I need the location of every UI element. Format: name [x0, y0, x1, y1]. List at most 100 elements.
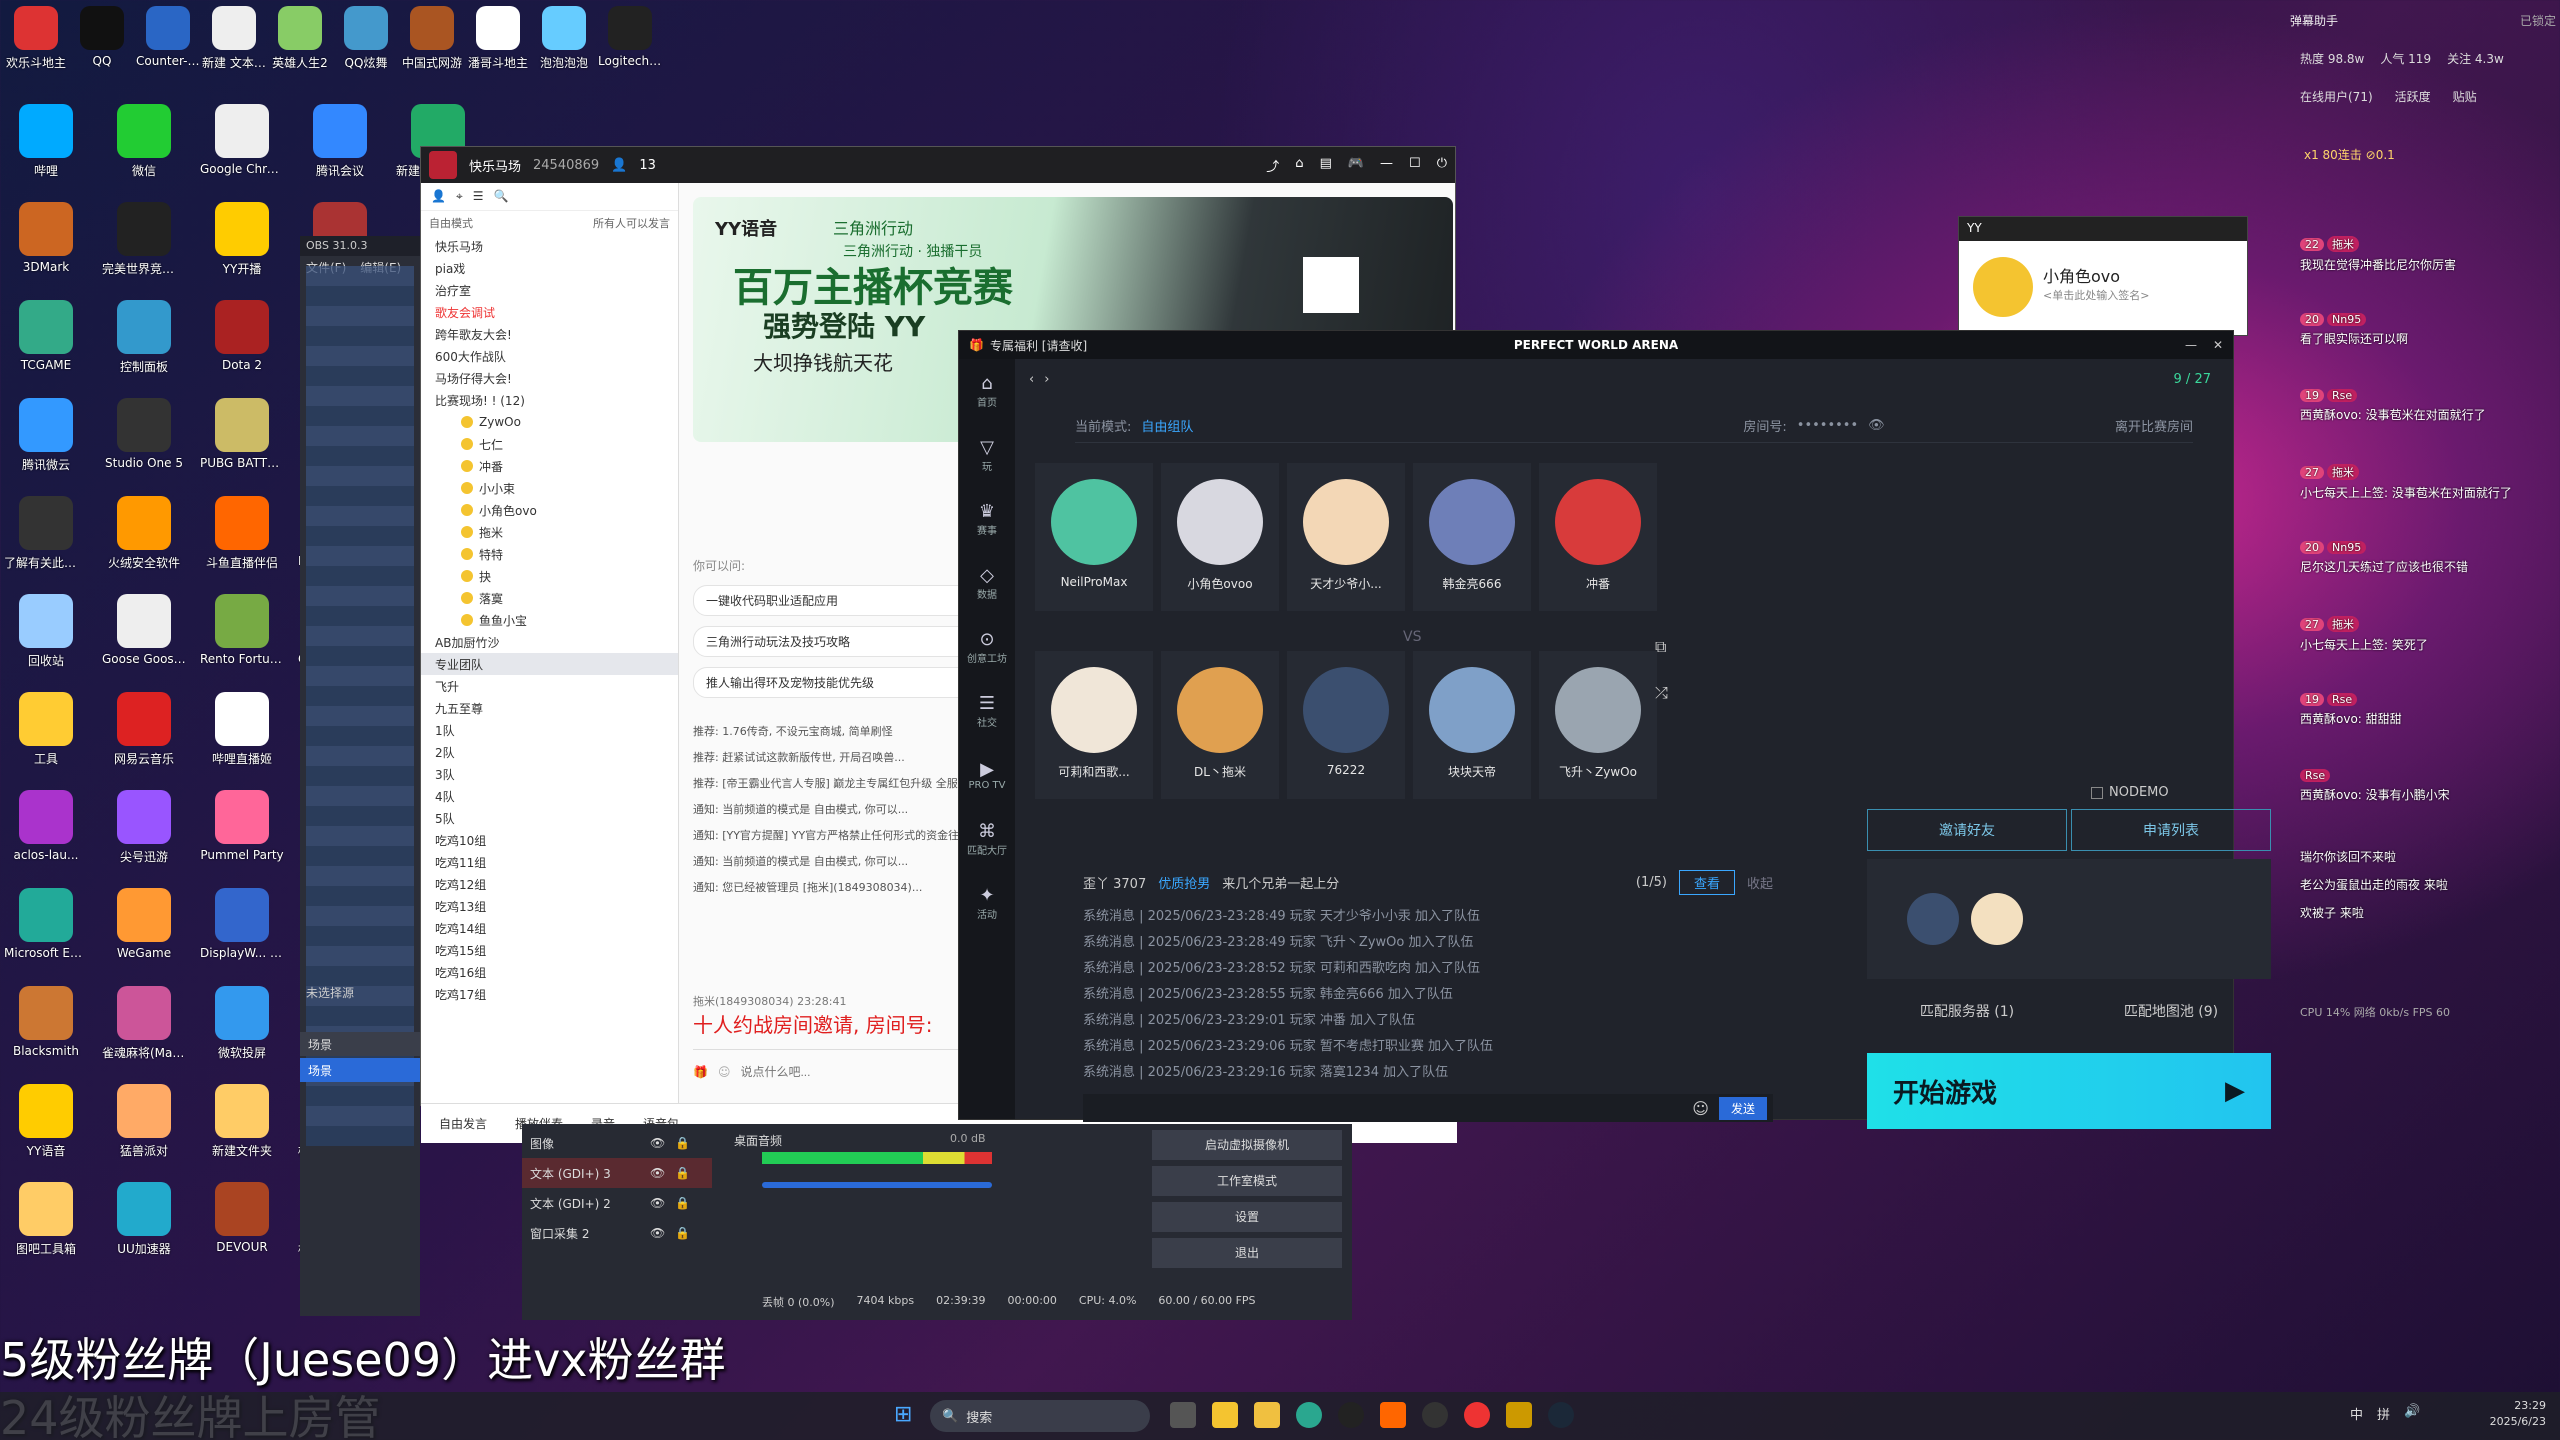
source-item[interactable]: 图像 👁 🔒 [522, 1128, 712, 1158]
nav-item[interactable]: ▽ 玩 [959, 423, 1015, 487]
clock[interactable]: 23:29 2025/6/23 [2482, 1398, 2546, 1430]
nav-item[interactable]: ⌂ 首页 [959, 359, 1015, 423]
assist-suggestion[interactable]: 一键收代码职业适配应用 [693, 585, 983, 616]
desktop-icon[interactable]: 欢乐斗地主 [4, 6, 68, 71]
desktop-icon[interactable]: 猛兽派对 [102, 1084, 186, 1159]
desktop-icon[interactable]: Logitech G HUB [598, 6, 662, 68]
desktop-icon[interactable]: TCGAME [4, 300, 88, 372]
minimize-icon[interactable]: — [2185, 338, 2197, 352]
player-card[interactable]: DL丶拖米 [1161, 651, 1279, 799]
subchannel-item[interactable]: 1队 [421, 719, 678, 741]
subchannel-item[interactable]: 3队 [421, 763, 678, 785]
nav-item[interactable]: ▶ PRO TV [959, 743, 1015, 807]
desktop-icon[interactable]: 微信 [102, 104, 186, 179]
player-card[interactable]: 块块天帝 [1413, 651, 1531, 799]
eye-icon[interactable]: 👁 [650, 1226, 665, 1240]
danmaku-tab[interactable]: 贴贴 [2453, 88, 2477, 105]
channel-item[interactable]: 600大作战队 [421, 345, 678, 367]
player-card[interactable]: 飞升丶ZywOo [1539, 651, 1657, 799]
danmaku-tab[interactable]: 在线用户(71) [2300, 88, 2373, 105]
desktop-icon[interactable]: 雀魂麻将(Mahjong... [102, 986, 186, 1061]
desktop-icon[interactable]: 新建 文本文档 (2).txt [202, 6, 266, 71]
map-pool-select[interactable]: 匹配地图池 (9) [2071, 989, 2271, 1033]
obs-control-button[interactable]: 退出 [1152, 1238, 1342, 1268]
emoji-icon[interactable]: ☺ [718, 1065, 731, 1079]
subchannel-item[interactable]: 吃鸡16组 [421, 961, 678, 983]
desktop-icon[interactable]: UU加速器 [102, 1182, 186, 1257]
user-icon[interactable]: 👤 [431, 189, 446, 204]
subchannel-item[interactable]: 吃鸡17组 [421, 983, 678, 1005]
desktop-icon[interactable]: 控制面板 [102, 300, 186, 375]
eye-icon[interactable]: 👁 [650, 1136, 665, 1150]
channel-item[interactable]: 比赛现场! ! (12) [421, 389, 678, 411]
desktop-icon[interactable]: 腾讯微云 [4, 398, 88, 473]
obs-icon[interactable] [1422, 1402, 1448, 1428]
apply-list-button[interactable]: 申请列表 [2071, 809, 2271, 851]
obs-control-button[interactable]: 工作室模式 [1152, 1166, 1342, 1196]
promo-link[interactable]: 专属福利 [请查收] [990, 337, 1087, 354]
danmaku-tab[interactable]: 活跃度 [2395, 88, 2431, 105]
member-item[interactable]: 抉 [421, 565, 678, 587]
location-icon[interactable]: ⌖ [456, 189, 463, 204]
channel-item[interactable]: 歌友会调试 [421, 301, 678, 323]
leave-room[interactable]: 离开比赛房间 [2115, 416, 2193, 435]
lock-icon[interactable]: 🔒 [675, 1226, 690, 1240]
folder-icon[interactable] [1254, 1402, 1280, 1428]
layout-icon[interactable]: ▤ [1320, 156, 1332, 175]
taskbar-search[interactable]: 🔍 搜索 [930, 1400, 1150, 1432]
start-game-button[interactable]: 开始游戏 ▶ [1867, 1053, 2271, 1129]
desktop-icon[interactable]: WeGame [102, 888, 186, 960]
desktop-icon[interactable]: YY语音 [4, 1084, 88, 1159]
copy-icon[interactable]: ⧉ [1655, 637, 1666, 657]
shuffle-icon[interactable]: ⤮ [1655, 683, 1668, 703]
obs-control-button[interactable]: 启动虚拟摄像机 [1152, 1130, 1342, 1160]
member-item[interactable]: 鱼鱼小宝 [421, 609, 678, 631]
desktop-icon[interactable]: 哔哩直播姬 [200, 692, 284, 767]
desktop-icon[interactable]: 完美世界竞技平台 [102, 202, 186, 277]
nav-item[interactable]: ♛ 赛事 [959, 487, 1015, 551]
member-item[interactable]: ZywOo [421, 411, 678, 433]
channel-item[interactable]: 快乐马场 [421, 235, 678, 257]
desktop-icon[interactable]: 网易云音乐 [102, 692, 186, 767]
close-icon[interactable]: ✕ [2213, 338, 2223, 352]
subchannel-item[interactable]: 吃鸡11组 [421, 851, 678, 873]
desktop-icon[interactable]: 火绒安全软件 [102, 496, 186, 571]
forward-icon[interactable]: › [1044, 372, 1049, 387]
desktop-icon[interactable]: 图吧工具箱 [4, 1182, 88, 1257]
lock-icon[interactable]: 🔒 [675, 1196, 690, 1210]
desktop-icon[interactable]: 英雄人生2 [268, 6, 332, 71]
mini-signature[interactable]: <单击此处输入签名> [2043, 287, 2149, 303]
chat-input[interactable] [740, 1064, 921, 1079]
desktop-icon[interactable]: Studio One 5 [102, 398, 186, 470]
yy-taskbar-icon[interactable] [1212, 1402, 1238, 1428]
desktop-icon[interactable]: Dota 2 [200, 300, 284, 372]
desktop-icon[interactable]: Microsoft Edge [4, 888, 88, 960]
eye-icon[interactable]: 👁 [1868, 418, 1885, 433]
desktop-icon[interactable]: YY开播 [200, 202, 284, 277]
voice-toolbar-item[interactable]: 自由发言 [439, 1115, 487, 1132]
source-item[interactable]: 窗口采集 2 👁 🔒 [522, 1218, 712, 1248]
desktop-icon[interactable]: 哔哩 [4, 104, 88, 179]
ime-indicator[interactable]: 拼 [2377, 1404, 2390, 1423]
lock-icon[interactable]: 🔒 [675, 1166, 690, 1180]
nav-item[interactable]: ⊙ 创意工坊 [959, 615, 1015, 679]
assist-suggestion[interactable]: 推人输出得环及宠物技能优先级 [693, 667, 983, 698]
player-card[interactable]: 76222 [1287, 651, 1405, 799]
desktop-icon[interactable]: DEVOUR [200, 1182, 284, 1254]
assist-suggestion[interactable]: 三角洲行动玩法及技巧攻略 [693, 626, 983, 657]
start-icon[interactable]: ⊞ [894, 1402, 912, 1427]
player-card[interactable]: 可莉和西歌... [1035, 651, 1153, 799]
source-item[interactable]: 文本 (GDI+) 3 👁 🔒 [522, 1158, 712, 1188]
channel-item[interactable]: 治疗室 [421, 279, 678, 301]
emoji-icon[interactable]: ☺ [1692, 1099, 1709, 1118]
subchannel-item[interactable]: 飞升 [421, 675, 678, 697]
subchannel-item[interactable]: 吃鸡15组 [421, 939, 678, 961]
desktop-icon[interactable]: 泡泡泡泡 [532, 6, 596, 71]
player-card[interactable]: 天才少爷小... [1287, 463, 1405, 611]
taskview-icon[interactable] [1170, 1402, 1196, 1428]
desktop-icon[interactable]: 3DMark [4, 202, 88, 274]
desktop-icon[interactable]: QQ [70, 6, 134, 68]
desktop-icon[interactable]: Pummel Party [200, 790, 284, 862]
source-item[interactable]: 文本 (GDI+) 2 👁 🔒 [522, 1188, 712, 1218]
share-icon[interactable]: ⤴ [1266, 156, 1279, 175]
